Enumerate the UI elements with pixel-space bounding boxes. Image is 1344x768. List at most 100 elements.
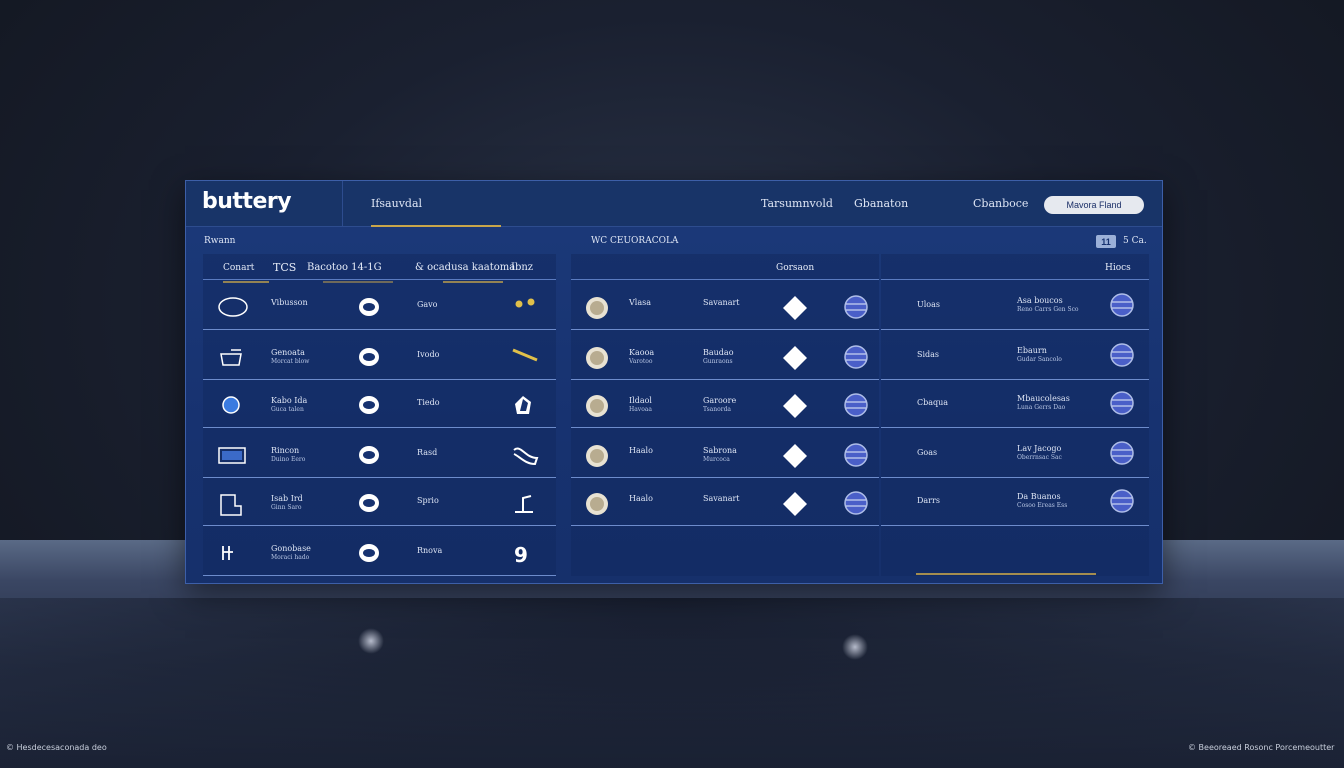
diamond-icon[interactable]	[781, 442, 809, 470]
row-value-main: Tiedo	[417, 398, 440, 407]
hook-icon[interactable]	[511, 444, 541, 468]
row-name-main: Gonobase	[271, 544, 311, 553]
row-name-main: Vibusson	[271, 298, 308, 307]
row-name: Vlasa	[629, 298, 651, 307]
table-row[interactable]: Ildaol Havoaa Garoore Tsanorda	[571, 384, 879, 428]
active-tab-indicator	[371, 225, 501, 227]
table-row[interactable]: Genoata Morcat blow Ivodo	[203, 336, 556, 380]
nav-item-center-secondary[interactable]: Gbanaton	[854, 197, 908, 210]
globe-icon[interactable]	[1109, 440, 1135, 466]
avatar	[585, 492, 609, 516]
diamond-icon[interactable]	[781, 392, 809, 420]
row-value: Baudao Gunraons	[703, 348, 734, 366]
globe-icon[interactable]	[843, 344, 869, 370]
row-value-main: Baudao	[703, 348, 734, 357]
row-name-main: Sidas	[917, 350, 940, 359]
avatar	[585, 394, 609, 418]
nav-item-right[interactable]: Cbanboce	[973, 197, 1028, 210]
row-value: Rasd	[417, 448, 437, 457]
row-detail: Asa boucos Reno Carrs Gen Sco	[1017, 296, 1079, 314]
nav-item-center[interactable]: Tarsumnvold	[761, 197, 833, 210]
table-row[interactable]: Uloas Asa boucos Reno Carrs Gen Sco	[881, 286, 1149, 330]
status-circle-icon[interactable]	[357, 393, 381, 417]
table-row[interactable]: Sidas Ebaurn Gudar Sancolo	[881, 336, 1149, 380]
table-row[interactable]: Kabo Ida Guca talen Tiedo	[203, 384, 556, 428]
globe-icon[interactable]	[843, 392, 869, 418]
row-value: Garoore Tsanorda	[703, 396, 736, 414]
row-name-main: Uloas	[917, 300, 940, 309]
row-value-main: Sprio	[417, 496, 439, 505]
shield-icon[interactable]	[511, 394, 535, 418]
row-detail-sub: Cosoo Ereas Ess	[1017, 502, 1068, 509]
row-detail-main: Mbaucolesas	[1017, 394, 1070, 403]
globe-icon[interactable]	[843, 442, 869, 468]
left-table: Conart TCS Bacotoo 14-1G & ocadusa kaato…	[203, 254, 556, 576]
row-value-sub: Tsanorda	[703, 406, 731, 413]
diamond-icon[interactable]	[781, 490, 809, 518]
right-table-header: Hiocs	[881, 254, 1149, 280]
row-name-sub: Ginn Saro	[271, 504, 302, 511]
count-badge[interactable]: 11	[1096, 235, 1116, 248]
status-circle-icon[interactable]	[357, 345, 381, 369]
window-icon	[217, 444, 247, 466]
row-name: Darrs	[917, 496, 940, 505]
table-row[interactable]: Vibusson Gavo	[203, 286, 556, 330]
table-row[interactable]: Darrs Da Buanos Cosoo Ereas Ess	[881, 482, 1149, 526]
nine-icon[interactable]: 9	[511, 542, 535, 568]
row-name-main: Haalo	[629, 446, 653, 455]
row-value-main: Ivodo	[417, 350, 440, 359]
row-name: Haalo	[629, 446, 653, 455]
left-table-header: Conart TCS Bacotoo 14-1G & ocadusa kaato…	[203, 254, 556, 280]
row-value-main: Rnova	[417, 546, 443, 555]
row-name-sub: Duino Eero	[271, 456, 306, 463]
table-row[interactable]: Goas Lav Jacogo Oberrnsac Sac	[881, 434, 1149, 478]
globe-icon[interactable]	[1109, 488, 1135, 514]
status-circle-icon[interactable]	[357, 491, 381, 515]
table-row[interactable]: Isab Ird Ginn Saro Sprio	[203, 482, 556, 526]
table-row[interactable]: Rincon Duino Eero Rasd	[203, 434, 556, 478]
row-detail-sub: Luna Gerrs Dao	[1017, 404, 1066, 411]
table-row[interactable]: Haalo Sabrona Murcoca	[571, 434, 879, 478]
table-row[interactable]: Gonobase Moraci hado Rnova 9	[203, 532, 556, 576]
dashboard-panel: buttery Ifsauvdal Tarsumnvold Gbanaton C…	[185, 180, 1163, 584]
row-name-main: Kaooa	[629, 348, 655, 357]
status-circle-icon[interactable]	[357, 541, 381, 565]
row-detail: Mbaucolesas Luna Gerrs Dao	[1017, 394, 1070, 412]
globe-icon[interactable]	[1109, 390, 1135, 416]
slash-icon[interactable]	[511, 346, 541, 364]
floor-shadow	[0, 598, 1344, 768]
row-detail-sub: Oberrnsac Sac	[1017, 454, 1062, 461]
status-circle-icon[interactable]	[357, 295, 381, 319]
header-cell: Gorsaon	[776, 263, 815, 273]
row-value: Savanart	[703, 298, 740, 307]
tab-main[interactable]: Ifsauvdal	[371, 197, 422, 210]
row-name-main: Genoata	[271, 348, 305, 357]
horizontal-scrollbar[interactable]	[916, 573, 1096, 575]
row-value-main: Gavo	[417, 300, 438, 309]
row-detail: Lav Jacogo Oberrnsac Sac	[1017, 444, 1062, 462]
diamond-icon[interactable]	[781, 294, 809, 322]
table-row[interactable]: Kaooa Varotoo Baudao Gunraons	[571, 336, 879, 380]
footer-left-text: © Hesdecesaconada deo	[6, 743, 107, 752]
app-logo[interactable]: buttery	[202, 189, 292, 214]
row-value-main: Rasd	[417, 448, 438, 457]
table-row[interactable]: Vlasa Savanart	[571, 286, 879, 330]
globe-icon[interactable]	[843, 294, 869, 320]
globe-icon[interactable]	[843, 490, 869, 516]
header-cell: Bacotoo 14-1G	[307, 262, 382, 273]
globe-icon[interactable]	[1109, 342, 1135, 368]
globe-icon[interactable]	[1109, 292, 1135, 318]
row-name: Uloas	[917, 300, 940, 309]
row-detail-main: Ebaurn	[1017, 346, 1047, 355]
subbar-right-label: 5 Ca.	[1123, 236, 1147, 246]
dots-icon[interactable]	[511, 296, 541, 310]
table-row[interactable]: Haalo Savanart	[571, 482, 879, 526]
table-row[interactable]: Cbaqua Mbaucolesas Luna Gerrs Dao	[881, 384, 1149, 428]
top-action-button[interactable]: Mavora Fland	[1044, 196, 1144, 214]
row-value: Gavo	[417, 300, 438, 309]
avatar	[585, 296, 609, 320]
status-circle-icon[interactable]	[357, 443, 381, 467]
diamond-icon[interactable]	[781, 344, 809, 372]
row-name: Genoata Morcat blow	[271, 348, 309, 366]
flag-icon[interactable]	[511, 492, 537, 516]
